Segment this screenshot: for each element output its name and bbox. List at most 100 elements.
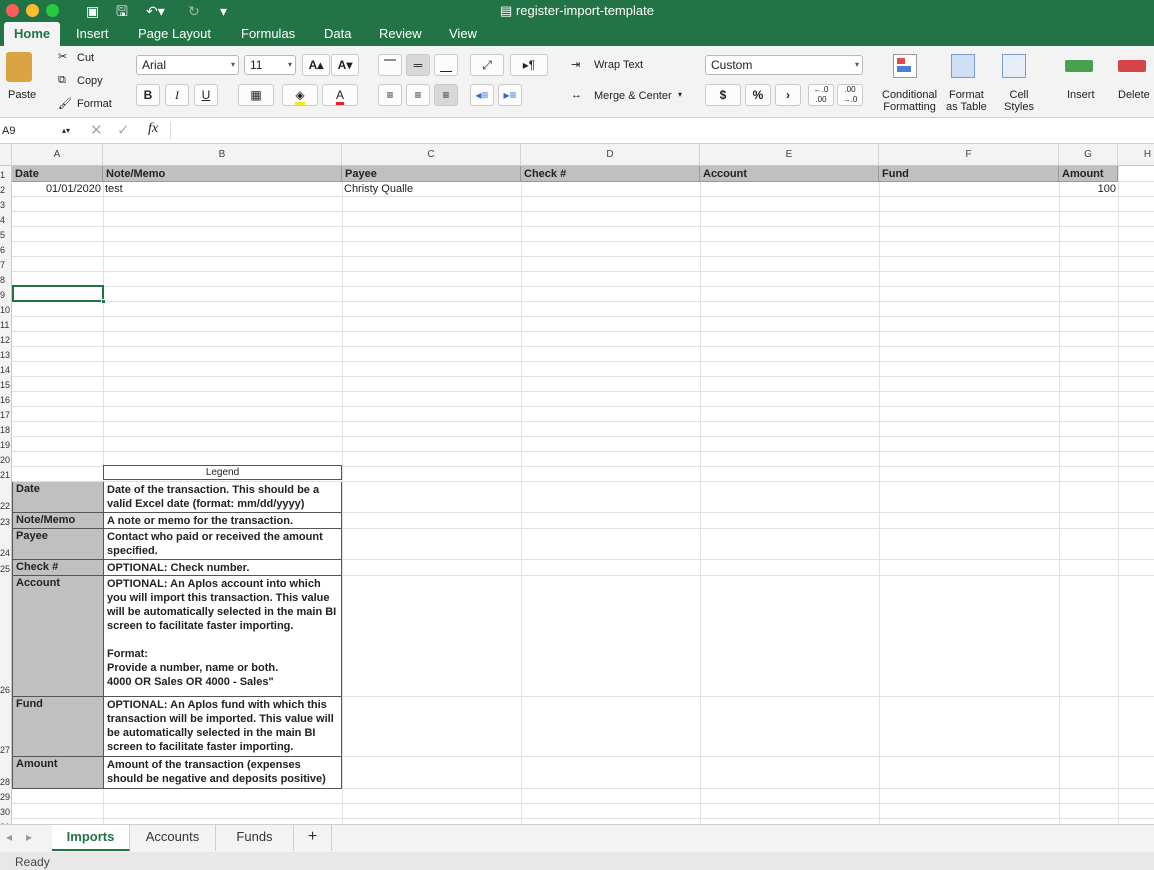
row-header[interactable]: 14 bbox=[0, 365, 11, 377]
row-header[interactable]: 17 bbox=[0, 410, 11, 422]
paragraph-direction-button[interactable]: ▸¶ bbox=[510, 54, 548, 76]
sheet-tab-funds[interactable]: Funds bbox=[216, 825, 294, 851]
percent-button[interactable]: % bbox=[745, 84, 771, 106]
increase-decimal-button[interactable]: ←.0.00 bbox=[808, 84, 834, 106]
font-size-select[interactable]: 11 ▾ bbox=[244, 55, 296, 75]
next-sheet-icon[interactable]: ▸ bbox=[26, 830, 32, 844]
worksheet-grid[interactable]: Date Note/Memo Payee Check # Account Fun… bbox=[12, 166, 1154, 824]
format-painter-button[interactable]: Format bbox=[77, 98, 112, 110]
cell-a2[interactable]: 01/01/2020 bbox=[12, 182, 101, 197]
row-header[interactable]: 4 bbox=[0, 215, 11, 227]
align-right-button[interactable]: ≡ bbox=[434, 84, 458, 106]
row-header[interactable]: 8 bbox=[0, 275, 11, 287]
italic-button[interactable]: I bbox=[165, 84, 189, 106]
delete-cells-icon[interactable] bbox=[1118, 60, 1146, 72]
confirm-formula-icon[interactable]: ✓ bbox=[117, 121, 130, 139]
tab-view[interactable]: View bbox=[439, 22, 487, 46]
row-header[interactable]: 6 bbox=[0, 245, 11, 257]
formula-input[interactable] bbox=[170, 122, 1150, 140]
row-header[interactable]: 28 bbox=[0, 777, 11, 789]
sheet-tab-imports[interactable]: Imports bbox=[52, 825, 130, 851]
row-header[interactable]: 21 bbox=[0, 470, 11, 482]
fill-color-button[interactable]: ◈ bbox=[282, 84, 318, 106]
decrease-font-button[interactable]: A▾ bbox=[331, 54, 359, 76]
row-header[interactable]: 11 bbox=[0, 320, 11, 332]
column-header-d[interactable]: D bbox=[521, 144, 700, 166]
header-cell-account[interactable]: Account bbox=[700, 166, 879, 182]
column-header-b[interactable]: B bbox=[103, 144, 342, 166]
wrap-text-button[interactable]: Wrap Text bbox=[594, 59, 643, 71]
tab-insert[interactable]: Insert bbox=[66, 22, 119, 46]
font-color-button[interactable]: A bbox=[322, 84, 358, 106]
bold-button[interactable]: B bbox=[136, 84, 160, 106]
row-header[interactable]: 5 bbox=[0, 230, 11, 242]
delete-cells-button[interactable]: Delete bbox=[1118, 89, 1150, 101]
align-bottom-button[interactable]: ⎽ bbox=[434, 54, 458, 76]
row-header[interactable]: 2 bbox=[0, 185, 11, 197]
selected-cell-a9[interactable] bbox=[12, 285, 104, 302]
merge-center-button[interactable]: Merge & Center bbox=[594, 90, 672, 102]
conditional-formatting-button[interactable]: Conditional Formatting bbox=[882, 89, 937, 113]
add-sheet-button[interactable]: + bbox=[294, 825, 332, 851]
cell-c2[interactable]: Christy Qualle bbox=[344, 182, 413, 197]
format-as-table-icon[interactable] bbox=[951, 54, 979, 82]
column-header-f[interactable]: F bbox=[879, 144, 1059, 166]
select-all-corner[interactable] bbox=[0, 144, 12, 166]
row-header[interactable]: 23 bbox=[0, 517, 11, 529]
decrease-indent-button[interactable]: ◂≡ bbox=[470, 84, 494, 106]
row-header[interactable]: 16 bbox=[0, 395, 11, 407]
row-header[interactable]: 29 bbox=[0, 792, 11, 804]
header-cell-check[interactable]: Check # bbox=[521, 166, 700, 182]
row-header[interactable]: 19 bbox=[0, 440, 11, 452]
cell-styles-button[interactable]: Cell Styles bbox=[1004, 89, 1034, 113]
tab-page-layout[interactable]: Page Layout bbox=[128, 22, 221, 46]
row-header[interactable]: 10 bbox=[0, 305, 11, 317]
row-header[interactable]: 15 bbox=[0, 380, 11, 392]
row-header[interactable]: 3 bbox=[0, 200, 11, 212]
align-left-button[interactable]: ≡ bbox=[378, 84, 402, 106]
copy-button[interactable]: Copy bbox=[77, 75, 103, 87]
header-cell-fund[interactable]: Fund bbox=[879, 166, 1059, 182]
row-header[interactable]: 9 bbox=[0, 290, 11, 302]
cell-g2[interactable]: 100 bbox=[1059, 182, 1116, 197]
header-cell-payee[interactable]: Payee bbox=[342, 166, 521, 182]
row-header[interactable]: 7 bbox=[0, 260, 11, 272]
column-header-c[interactable]: C bbox=[342, 144, 521, 166]
row-header[interactable]: 1 bbox=[0, 170, 11, 182]
cell-styles-icon[interactable] bbox=[1002, 54, 1030, 82]
column-header-g[interactable]: G bbox=[1059, 144, 1118, 166]
name-box[interactable]: A9 ▴▾ bbox=[0, 122, 74, 140]
cell-b2[interactable]: test bbox=[105, 182, 123, 197]
conditional-formatting-icon[interactable] bbox=[893, 54, 921, 82]
row-header[interactable]: 20 bbox=[0, 455, 11, 467]
header-cell-date[interactable]: Date bbox=[12, 166, 103, 182]
header-cell-amount[interactable]: Amount bbox=[1059, 166, 1118, 182]
format-as-table-button[interactable]: Format as Table bbox=[946, 89, 987, 113]
font-name-select[interactable]: Arial ▾ bbox=[136, 55, 239, 75]
header-cell-note[interactable]: Note/Memo bbox=[103, 166, 342, 182]
align-center-button[interactable]: ≡ bbox=[406, 84, 430, 106]
previous-sheet-icon[interactable]: ◂ bbox=[6, 830, 12, 844]
tab-formulas[interactable]: Formulas bbox=[231, 22, 305, 46]
column-header-a[interactable]: A bbox=[12, 144, 103, 166]
cut-button[interactable]: Cut bbox=[77, 52, 94, 64]
tab-home[interactable]: Home bbox=[4, 22, 61, 46]
row-header[interactable]: 27 bbox=[0, 745, 11, 757]
insert-cells-icon[interactable] bbox=[1065, 60, 1093, 72]
column-header-h[interactable]: H bbox=[1118, 144, 1154, 166]
row-header[interactable]: 13 bbox=[0, 350, 11, 362]
row-header[interactable]: 26 bbox=[0, 685, 11, 697]
insert-function-button[interactable]: fx bbox=[148, 121, 158, 137]
paste-icon[interactable] bbox=[6, 52, 32, 82]
row-header[interactable]: 30 bbox=[0, 807, 11, 819]
chevron-down-icon[interactable]: ▾ bbox=[678, 90, 682, 99]
sheet-tab-accounts[interactable]: Accounts bbox=[130, 825, 216, 851]
column-header-e[interactable]: E bbox=[700, 144, 879, 166]
insert-cells-button[interactable]: Insert bbox=[1067, 89, 1095, 101]
tab-review[interactable]: Review bbox=[369, 22, 432, 46]
align-top-button[interactable]: ⎺ bbox=[378, 54, 402, 76]
align-middle-button[interactable]: ═ bbox=[406, 54, 430, 76]
number-format-select[interactable]: Custom ▾ bbox=[705, 55, 863, 75]
increase-indent-button[interactable]: ▸≡ bbox=[498, 84, 522, 106]
orientation-button[interactable]: ⤢ bbox=[470, 54, 504, 76]
